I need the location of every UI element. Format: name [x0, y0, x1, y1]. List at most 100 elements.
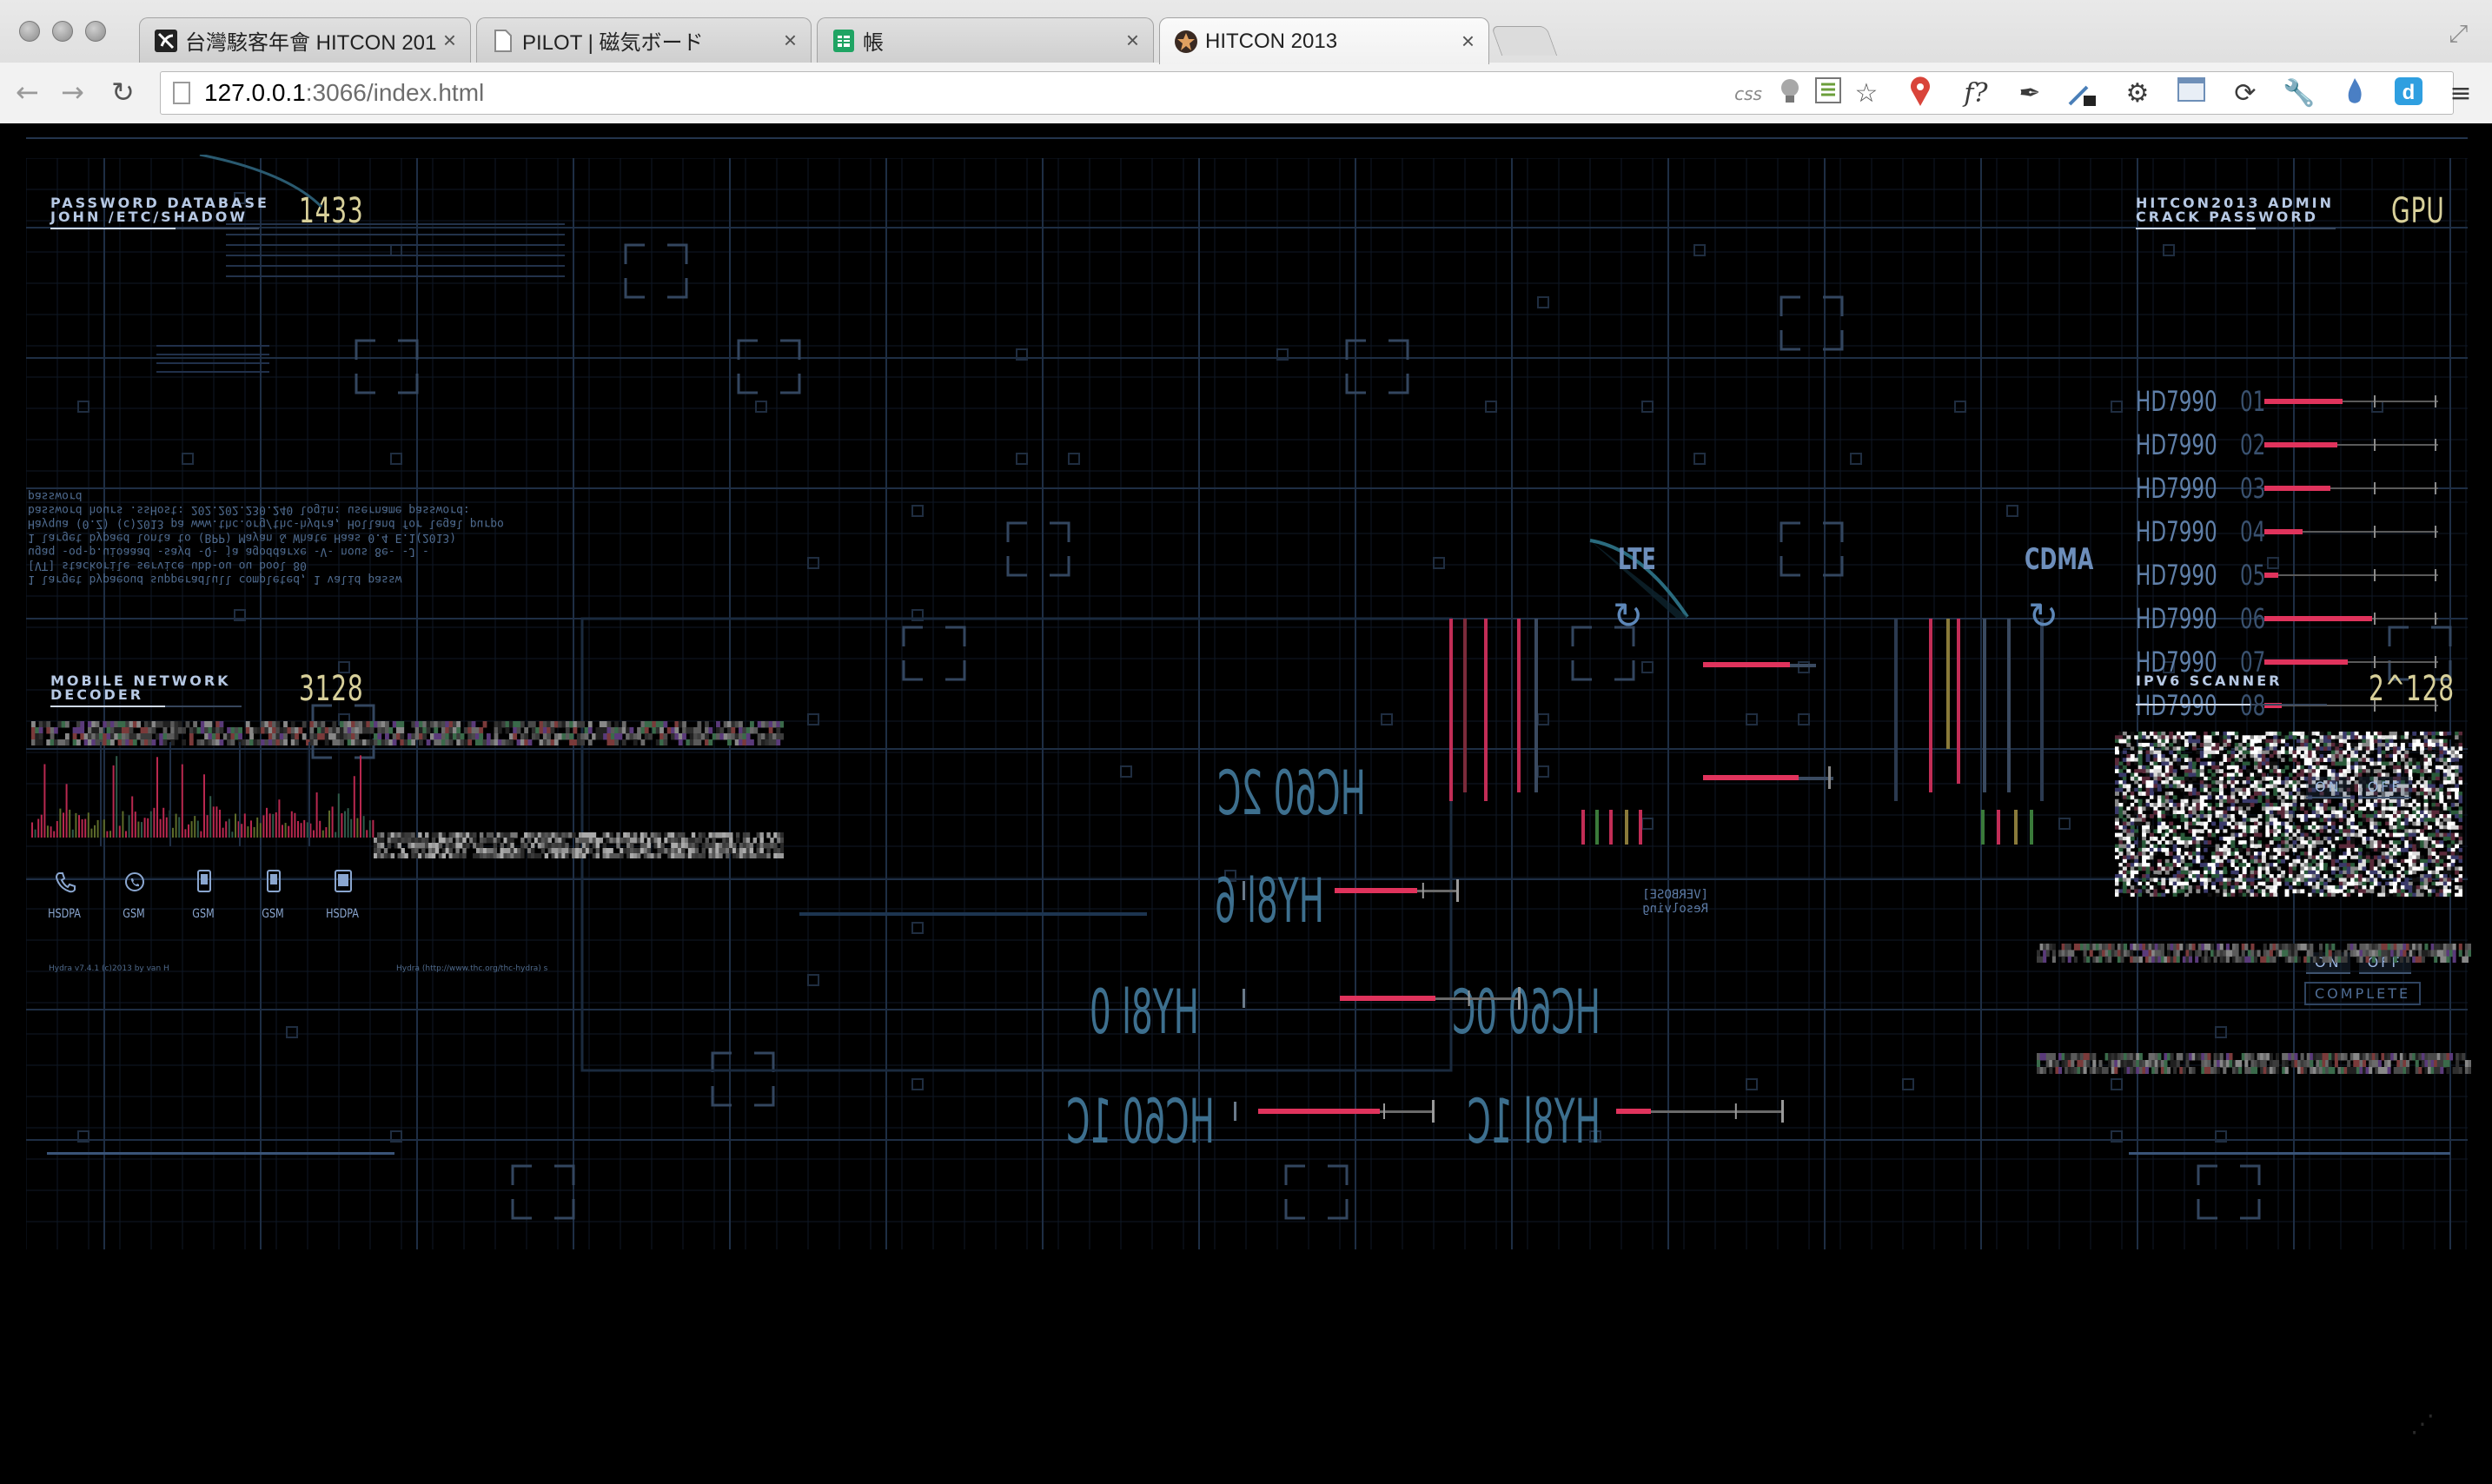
- footnote-right: Hydra (http://www.thc.org/thc-hydra) s: [396, 964, 548, 973]
- gpu-progress-bar: [2264, 613, 2438, 625]
- ipv6-value: 2^128: [2369, 669, 2455, 709]
- terminal-line: Hayqua (0.Z) (c)2013 pa www.thc.org/thc-…: [28, 517, 504, 530]
- gpu-progress-bar: [2264, 569, 2438, 581]
- bottom-rule-left: [47, 1152, 394, 1155]
- forward-button[interactable]: →: [61, 75, 84, 109]
- sync-icon[interactable]: ⟳: [2228, 76, 2263, 111]
- gpu-name: HD7990: [2136, 689, 2217, 722]
- address-bar[interactable]: 127.0.0.1 :3066/index.html: [160, 71, 2454, 115]
- admin-panel-subtitle: CRACK PASSWORD: [2136, 209, 2318, 225]
- mobile-icon: [197, 870, 211, 892]
- mobile-panel-underline: [50, 706, 242, 707]
- radio-label: HSDPA: [326, 907, 359, 921]
- ipv6-panel-underline: [2136, 704, 2327, 706]
- tab-pilot[interactable]: PILOT | 磁気ボード ×: [476, 17, 812, 63]
- tab-label: 帳: [863, 31, 884, 55]
- function-icon[interactable]: f?: [1958, 76, 1993, 111]
- gpu-row: HD7990 02: [2136, 427, 2438, 462]
- star-icon[interactable]: ☆: [1849, 76, 1884, 111]
- cdma-label: CDMA: [2025, 542, 2094, 577]
- zoom-window-button[interactable]: [85, 21, 106, 42]
- close-icon[interactable]: ×: [784, 27, 797, 54]
- gpu-progress-bar: [2264, 656, 2438, 668]
- close-icon[interactable]: ×: [443, 27, 456, 54]
- url-host: 127.0.0.1: [204, 79, 306, 106]
- complete-status: COMPLETE: [2304, 982, 2422, 1005]
- gpu-progress-bar: [2264, 395, 2438, 407]
- lightbulb-icon[interactable]: [1773, 76, 1807, 111]
- svg-text:d: d: [2403, 81, 2416, 104]
- wrench-icon[interactable]: 🔧: [2282, 76, 2316, 111]
- close-icon[interactable]: ×: [1461, 28, 1475, 55]
- url-path: :3066/index.html: [305, 79, 485, 106]
- minimize-window-button[interactable]: [52, 21, 73, 42]
- radio-label: HSDPA: [48, 907, 81, 921]
- page-icon: [173, 82, 190, 104]
- fullscreen-icon[interactable]: ⤢: [2449, 19, 2468, 49]
- tab-label: PILOT | 磁気ボード: [522, 31, 704, 55]
- hydra-terminal: 1 larget bypaeoud supperadlull completed…: [28, 488, 514, 586]
- gpu-name: HD7990: [2136, 472, 2217, 505]
- radio-icon-row: HSDPA GSM GSM GSM HSDPA: [31, 869, 379, 938]
- radio-label: GSM: [192, 907, 215, 921]
- top-rule: [26, 137, 2468, 139]
- lte-label: LTE: [1618, 542, 1656, 577]
- list-icon[interactable]: [1811, 76, 1846, 111]
- tab-sheets[interactable]: 帳 ×: [817, 17, 1154, 63]
- whatsapp-icon: [125, 872, 144, 891]
- tablet-icon: [335, 870, 352, 892]
- page-icon: [491, 29, 515, 53]
- gpu-progress-bar: [2264, 482, 2438, 494]
- mobile-panel-subtitle: DECODER: [50, 686, 144, 703]
- hitcon-logo-icon: [154, 29, 178, 53]
- gear-icon[interactable]: ⚙: [2120, 76, 2155, 111]
- scan-noise-strip: [2037, 1053, 2471, 1074]
- eyedropper-icon[interactable]: [2065, 76, 2099, 111]
- tab-hitcon-2013[interactable]: HITCON 2013 ×: [1159, 17, 1489, 64]
- resize-grip-icon: ⋰: [2410, 1409, 2435, 1438]
- gpu-row: HD7990 03: [2136, 471, 2438, 506]
- pen-icon[interactable]: ✒: [2012, 76, 2047, 111]
- tab-hitcon-site[interactable]: 台灣駭客年會 HITCON 2013 ×: [139, 17, 471, 63]
- d-icon[interactable]: d: [2391, 76, 2426, 111]
- ipv6-toggle[interactable]: ON OFF: [2306, 777, 2411, 798]
- ipv6-panel-title: IPV6 SCANNER: [2136, 672, 2283, 689]
- map-pin-icon[interactable]: [1903, 76, 1938, 111]
- radio-label: GSM: [262, 907, 284, 921]
- mobile-count: 3128: [299, 669, 364, 709]
- scan-noise-strip: [2037, 944, 2471, 963]
- terminal-line: 1 larget bypaeoud supperadlull completed…: [28, 573, 402, 586]
- admin-value: GPU: [2391, 191, 2445, 231]
- gpu-row: HD7990 01: [2136, 384, 2438, 419]
- footnote-left: Hydra v7.4.1 (c)2013 by van H: [49, 964, 169, 973]
- gpu-row: HD7990 04: [2136, 514, 2438, 549]
- toggle-on[interactable]: ON: [2306, 777, 2350, 798]
- terminal-line: 1 larget bypaed lonta to (BPP) Mayan & W…: [28, 531, 457, 544]
- gpu-name: HD7990: [2136, 602, 2217, 635]
- css-icon[interactable]: css: [1731, 76, 1766, 111]
- back-button[interactable]: ←: [16, 75, 39, 109]
- phone-icon: [55, 872, 76, 893]
- terminal-line: bassword hours .ssHost: 202.202.230.240 …: [28, 489, 470, 516]
- refresh-icon: ↻: [2028, 594, 2059, 637]
- admin-panel-underline: [2136, 228, 2336, 229]
- flame-icon[interactable]: [2337, 76, 2372, 111]
- toggle-off[interactable]: OFF: [2358, 777, 2411, 798]
- sheets-icon: [832, 29, 856, 53]
- menu-icon[interactable]: ≡: [2443, 76, 2478, 111]
- close-icon[interactable]: ×: [1126, 27, 1139, 54]
- gpu-row: HD7990 05: [2136, 558, 2438, 593]
- new-tab-button[interactable]: [1490, 26, 1558, 56]
- radio-label: GSM: [123, 907, 145, 921]
- gpu-name: HD7990: [2136, 428, 2217, 461]
- terminal-line: [VT] stackorile service ubb-ou ou bool 8…: [28, 559, 307, 572]
- tab-label: 台灣駭客年會 HITCON 2013: [185, 31, 436, 55]
- signal-spectrum: [31, 742, 374, 846]
- browser-chrome: 台灣駭客年會 HITCON 2013 × PILOT | 磁気ボード × 帳 ×…: [0, 0, 2492, 123]
- window-icon[interactable]: [2174, 76, 2209, 111]
- reload-button[interactable]: ↻: [111, 75, 135, 109]
- close-window-button[interactable]: [19, 21, 40, 42]
- gpu-name: HD7990: [2136, 385, 2217, 418]
- password-panel-decor: [156, 155, 565, 373]
- decode-progress-bars: [1234, 879, 1784, 1123]
